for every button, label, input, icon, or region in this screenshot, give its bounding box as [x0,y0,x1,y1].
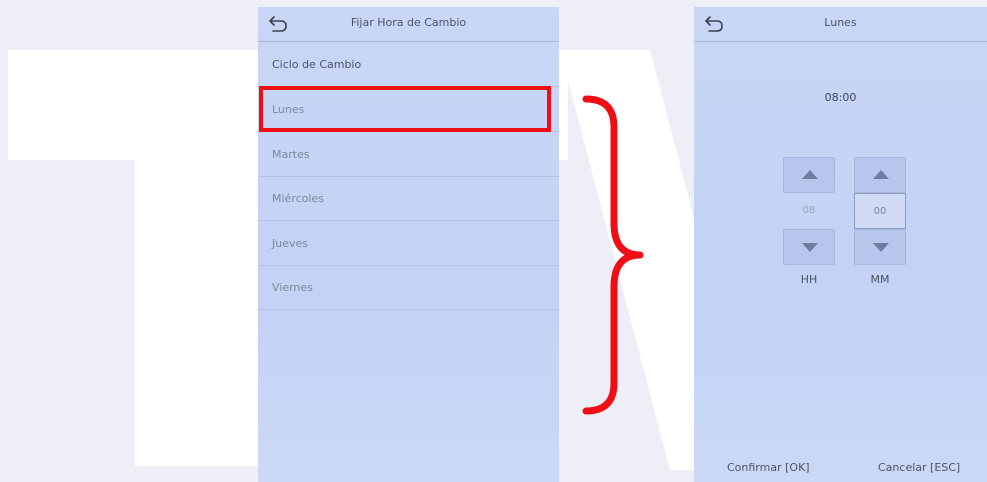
menu-item-wednesday[interactable]: Miércoles [258,176,559,221]
menu-item-friday[interactable]: Viernes [258,265,559,310]
hour-label: HH [800,273,818,286]
arrow-down-icon [873,243,889,252]
menu-item-label: Jueves [272,237,308,250]
hour-down-button[interactable] [783,229,835,265]
cancel-button[interactable]: Cancelar [ESC] [878,461,960,474]
menu-item-label: Martes [272,148,310,161]
shift-time-menu-screen: Fijar Hora de Cambio Ciclo de Cambio Lun… [258,7,559,482]
page-title: Fijar Hora de Cambio [350,16,467,29]
menu-item-shift-cycle[interactable]: Ciclo de Cambio [258,42,559,87]
menu-item-tuesday[interactable]: Martes [258,132,559,177]
arrow-up-icon [802,170,818,179]
hour-up-button[interactable] [783,157,835,193]
minute-value[interactable]: 00 [854,193,906,229]
menu-item-label: Viernes [272,281,313,294]
title-bar: Lunes [694,7,987,42]
hour-value[interactable]: 08 [783,193,835,229]
page-title: Lunes [824,16,857,29]
menu-item-thursday[interactable]: Jueves [258,221,559,266]
time-display: 08:00 [824,91,857,104]
minute-down-button[interactable] [854,229,906,265]
minute-up-button[interactable] [854,157,906,193]
confirm-button[interactable]: Confirmar [OK] [727,461,810,474]
minute-label: MM [870,273,890,286]
arrow-up-icon [873,170,889,179]
menu-item-label: Miércoles [272,192,324,205]
watermark-stem [135,150,265,466]
curly-brace-annotation [582,95,644,415]
title-bar: Fijar Hora de Cambio [258,7,559,42]
arrow-down-icon [802,243,818,252]
menu-item-label: Ciclo de Cambio [272,58,362,71]
monday-time-screen: Lunes 08:00 08 HH 00 MM Confirmar [OK] C… [694,7,987,482]
highlight-box [259,86,551,132]
